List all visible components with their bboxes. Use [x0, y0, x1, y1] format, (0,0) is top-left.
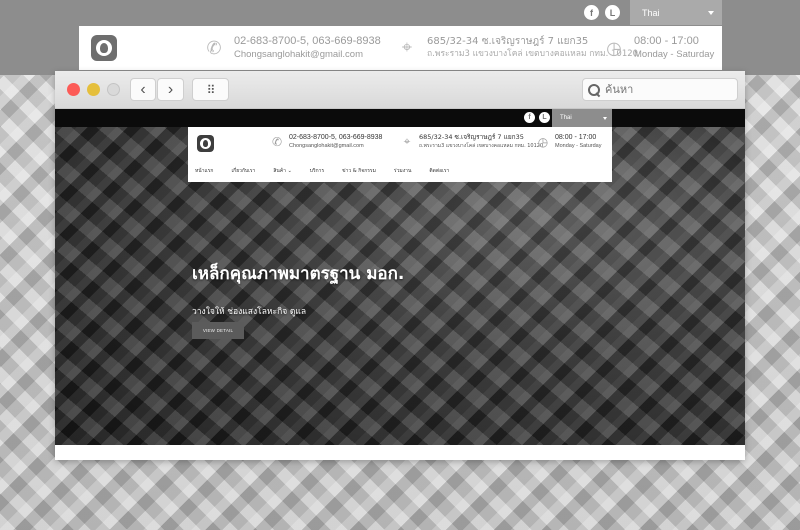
zoom-window-button[interactable] — [107, 83, 120, 96]
menu-item-contact[interactable]: ติดต่อเรา — [429, 167, 449, 175]
forward-button[interactable]: › — [157, 78, 184, 101]
facebook-icon[interactable]: f — [584, 5, 599, 20]
inner-email-address: Chongsanglohakit@gmail.com — [289, 143, 364, 149]
menu-item-about[interactable]: เกี่ยวกับเรา — [231, 167, 255, 175]
inner-language-label: Thai — [560, 115, 572, 121]
facebook-icon[interactable]: f — [524, 112, 535, 123]
inner-social-links: f L — [524, 112, 550, 123]
language-label: Thai — [642, 7, 660, 18]
search-icon — [588, 83, 600, 96]
inner-address-line-2: ถ.พระราม3 แขวงบางโคล่ เขตบางคอแหลม กทม. … — [419, 143, 544, 149]
view-detail-button[interactable]: VIEW DETAIL — [192, 322, 244, 339]
chevron-left-icon: ‹ — [140, 80, 146, 98]
company-logo[interactable] — [91, 35, 117, 61]
search-field[interactable] — [582, 78, 738, 101]
inner-language-select[interactable]: Thai — [552, 109, 612, 127]
page-viewport: f L Thai ✆ 02-683-8700-5, 063-669-8938 C… — [55, 109, 745, 445]
inner-address-contact: ⌖ 685/32-34 ซ.เจริญราษฎร์ 7 แยก35 ถ.พระร… — [401, 133, 544, 150]
inner-top-bar — [55, 109, 745, 127]
menu-item-home[interactable]: หน้าแรก — [195, 167, 213, 175]
back-button[interactable]: ‹ — [130, 78, 156, 101]
inner-opening-hours: 08:00 - 17:00 — [555, 134, 597, 141]
outer-header: ✆ 02-683-8700-5, 063-669-8938 Chongsangl… — [79, 26, 722, 70]
inner-company-logo[interactable] — [197, 135, 214, 152]
phone-number: 02-683-8700-5, 063-669-8938 — [234, 35, 381, 47]
chevron-down-icon — [708, 10, 714, 15]
inner-header: ✆ 02-683-8700-5, 063-669-8938 Chongsangl… — [188, 127, 612, 182]
close-window-button[interactable] — [67, 83, 80, 96]
minimize-window-button[interactable] — [87, 83, 100, 96]
location-pin-icon: ⌖ — [401, 37, 413, 57]
browser-titlebar: ‹ › ⠿ — [55, 71, 745, 109]
inner-phone-contact: ✆ 02-683-8700-5, 063-669-8938 Chongsangl… — [271, 133, 382, 150]
grid-icon: ⠿ — [206, 82, 216, 97]
phone-contact: ✆ 02-683-8700-5, 063-669-8938 Chongsangl… — [204, 35, 381, 61]
menu-item-services[interactable]: บริการ — [310, 167, 324, 175]
line-icon[interactable]: L — [539, 112, 550, 123]
line-icon[interactable]: L — [605, 5, 620, 20]
email-address: Chongsanglohakit@gmail.com — [234, 49, 363, 60]
main-menu: หน้าแรก เกี่ยวกับเรา สินค้า ⌄ บริการ ข่า… — [195, 167, 467, 175]
inner-hours-contact: ◷ 08:00 - 17:00 Monday - Saturday — [537, 133, 602, 150]
inner-opening-days: Monday - Saturday — [555, 143, 602, 149]
chevron-right-icon: › — [167, 80, 174, 98]
inner-address-line-1: 685/32-34 ซ.เจริญราษฎร์ 7 แยก35 — [419, 133, 524, 141]
location-pin-icon: ⌖ — [403, 134, 411, 148]
hero-title: เหล็กคุณภาพมาตรฐาน มอก. — [192, 264, 405, 284]
search-input[interactable] — [605, 83, 725, 96]
app-grid-button[interactable]: ⠿ — [192, 78, 229, 101]
logo-mark-icon — [96, 40, 112, 56]
address-contact: ⌖ 685/32-34 ซ.เจริญราษฎร์ 7 แยก35 ถ.พระร… — [397, 35, 638, 60]
phone-icon: ✆ — [206, 37, 222, 58]
chevron-down-icon — [603, 116, 607, 120]
menu-item-news[interactable]: ข่าว & กิจกรรม — [342, 167, 376, 175]
hero-subtitle: วางใจให้ ช่องแสงโลหะกิจ ดูแล — [192, 307, 307, 317]
clock-icon: ◷ — [537, 134, 549, 149]
outer-social-links: f L — [584, 5, 620, 20]
language-select[interactable]: Thai — [630, 0, 722, 25]
hours-contact: ◷ 08:00 - 17:00 Monday - Saturday — [604, 35, 714, 61]
inner-phone-number: 02-683-8700-5, 063-669-8938 — [289, 134, 383, 141]
opening-hours: 08:00 - 17:00 — [634, 35, 699, 47]
opening-days: Monday - Saturday — [634, 49, 715, 60]
browser-window: ‹ › ⠿ f L Thai ✆ 02-683-8700 — [55, 71, 745, 460]
logo-mark-icon — [200, 138, 211, 149]
menu-item-careers[interactable]: ร่วมงาน — [394, 167, 411, 175]
clock-icon: ◷ — [606, 37, 622, 58]
menu-item-products[interactable]: สินค้า ⌄ — [273, 167, 291, 175]
phone-icon: ✆ — [271, 134, 283, 149]
